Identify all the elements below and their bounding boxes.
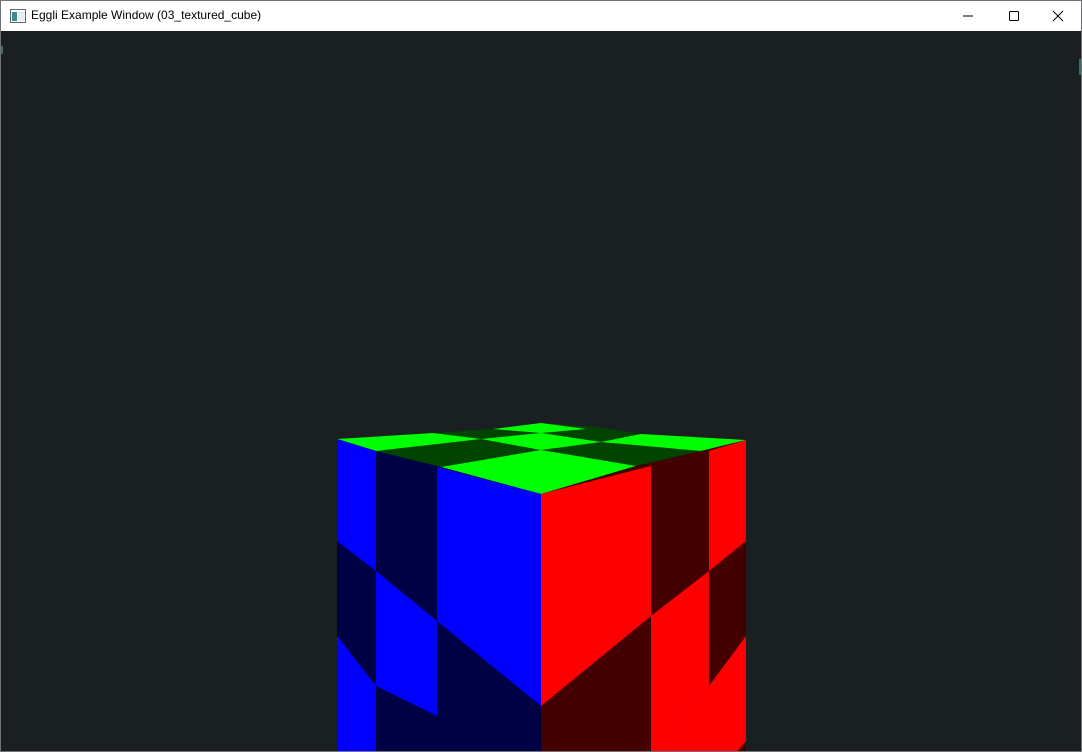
close-button[interactable] [1035,1,1081,31]
maximize-button[interactable] [991,1,1037,31]
window-app-icon [10,9,26,23]
window-title: Eggli Example Window (03_textured_cube) [31,8,262,22]
cube-right-face [541,440,746,751]
app-window: Eggli Example Window (03_textured_cube) [0,0,1082,752]
cube-left-face [337,439,541,751]
render-viewport[interactable] [1,31,1081,751]
textured-cube [337,423,746,751]
title-bar[interactable]: Eggli Example Window (03_textured_cube) [1,1,1081,31]
close-icon [1052,10,1064,22]
minimize-button[interactable] [945,1,991,31]
minimize-icon [963,15,973,17]
maximize-icon [1009,11,1019,21]
